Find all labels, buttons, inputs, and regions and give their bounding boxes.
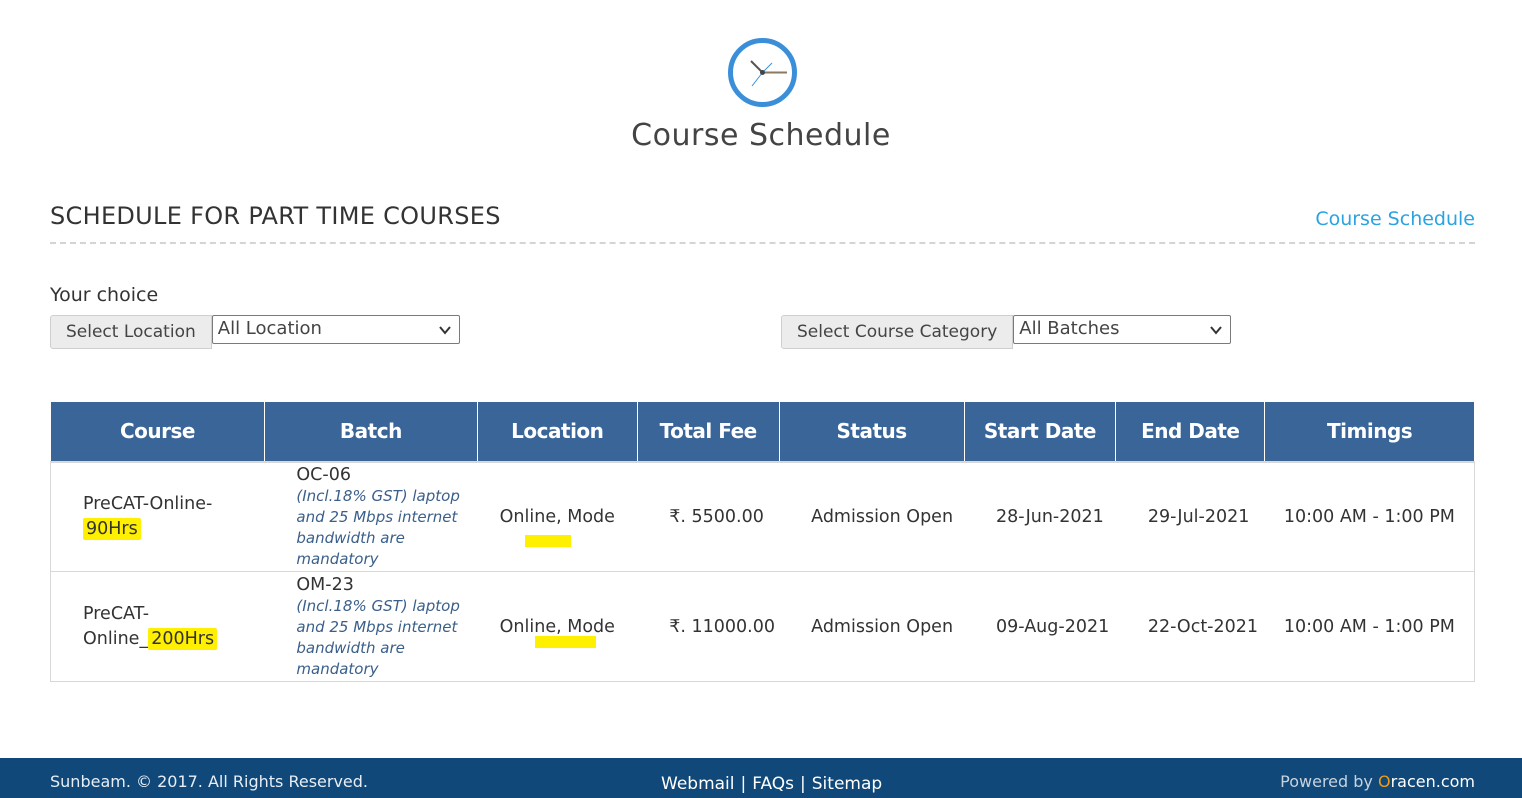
batch-code: OC-06 <box>296 464 351 485</box>
category-select-value: All Batches <box>1019 318 1120 339</box>
batch-note: (Incl.18% GST) laptop and 25 Mbps intern… <box>296 486 460 568</box>
header-timings: Timings <box>1264 401 1475 462</box>
fee-cell: ₹. 5500.00 <box>637 460 780 572</box>
brand-link[interactable]: racen.com <box>1391 772 1475 791</box>
course-hours-highlight: 200Hrs <box>148 627 218 650</box>
select-category-label: Select Course Category <box>781 315 1014 349</box>
header-batch: Batch <box>263 401 478 462</box>
chevron-down-icon <box>1210 326 1223 335</box>
header-start-date: Start Date <box>963 401 1117 462</box>
footer-separator: | <box>740 774 747 794</box>
location-select-value: All Location <box>217 318 322 339</box>
batch-cell: OM-23 (Incl.18% GST) laptop and 25 Mbps … <box>264 571 478 682</box>
section-title: SCHEDULE FOR PART TIME COURSES <box>50 202 501 230</box>
header-status: Status <box>778 401 965 462</box>
end-date-cell: 29-Jul-2021 <box>1115 460 1265 572</box>
location-cell: Online, Mode <box>477 571 638 682</box>
section-header: SCHEDULE FOR PART TIME COURSES Course Sc… <box>50 200 1475 244</box>
table-header-row: Course Batch Location Total Fee Status S… <box>50 401 1475 462</box>
header-location: Location <box>476 401 638 462</box>
location-cell: Online, Mode <box>477 460 638 572</box>
status-link[interactable]: Admission Open <box>779 460 965 572</box>
your-choice-label: Your choice <box>50 284 159 306</box>
location-select[interactable]: All Location <box>211 315 460 344</box>
footer-links: Webmail | FAQs | Sitemap <box>661 774 882 794</box>
timings-cell: 10:00 AM - 1:00 PM <box>1264 571 1475 682</box>
chevron-down-icon <box>438 326 451 335</box>
location-filter: Select Location All Location <box>50 315 460 349</box>
table-row: PreCAT-Online- 90Hrs OC-06 (Incl.18% GST… <box>50 460 1475 572</box>
end-date-cell: 22-Oct-2021 <box>1115 571 1265 682</box>
batch-cell: OC-06 (Incl.18% GST) laptop and 25 Mbps … <box>264 460 478 572</box>
brand-initial[interactable]: O <box>1378 772 1391 791</box>
page-title: Course Schedule <box>631 118 891 153</box>
batch-note: (Incl.18% GST) laptop and 25 Mbps intern… <box>296 596 460 678</box>
header-end-date: End Date <box>1115 401 1266 462</box>
start-date-cell: 09-Aug-2021 <box>964 571 1116 682</box>
course-schedule-link[interactable]: Course Schedule <box>1315 208 1475 230</box>
footer-separator: | <box>800 774 806 794</box>
category-filter: Select Course Category All Batches <box>781 315 1232 349</box>
course-cell: PreCAT- Online_ 200Hrs <box>50 571 265 682</box>
timings-cell: 10:00 AM - 1:00 PM <box>1264 460 1475 572</box>
course-name: PreCAT-Online- <box>83 493 213 514</box>
course-cell: PreCAT-Online- 90Hrs <box>50 460 265 572</box>
powered-by-prefix: Powered by <box>1280 772 1378 791</box>
course-name: PreCAT- <box>83 603 150 624</box>
powered-by: Powered by Oracen.com <box>1280 772 1475 791</box>
clock-icon <box>728 38 797 107</box>
status-link[interactable]: Admission Open <box>779 571 965 682</box>
webmail-link[interactable]: Webmail <box>661 774 735 794</box>
sitemap-link[interactable]: Sitemap <box>812 774 882 794</box>
start-date-cell: 28-Jun-2021 <box>964 460 1116 572</box>
location-highlight <box>525 534 572 547</box>
faqs-link[interactable]: FAQs <box>752 774 794 794</box>
select-location-label: Select Location <box>50 315 212 349</box>
location-highlight <box>535 636 597 648</box>
location-value: Online, Mode <box>499 616 615 637</box>
table-row: PreCAT- Online_ 200Hrs OM-23 (Incl.18% GS… <box>50 571 1475 682</box>
course-name-cont: Online_ <box>83 628 149 649</box>
fee-cell: ₹. 11000.00 <box>637 571 780 682</box>
course-hours-highlight: 90Hrs <box>83 517 141 540</box>
category-select[interactable]: All Batches <box>1013 315 1232 344</box>
header-total-fee: Total Fee <box>636 401 780 462</box>
footer: Sunbeam. © 2017. All Rights Reserved. We… <box>0 758 1522 798</box>
schedule-table: Course Batch Location Total Fee Status S… <box>50 401 1475 682</box>
footer-copyright: Sunbeam. © 2017. All Rights Reserved. <box>50 772 369 791</box>
location-value: Online, Mode <box>499 506 615 527</box>
batch-code: OM-23 <box>296 574 354 595</box>
header-course: Course <box>50 401 265 462</box>
